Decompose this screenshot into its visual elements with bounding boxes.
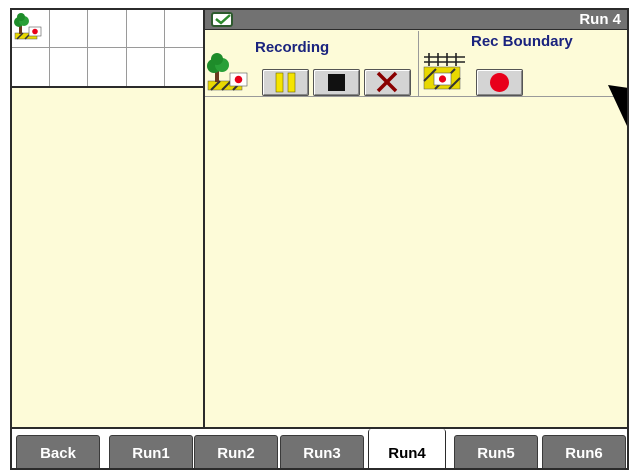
recording-section: Recording <box>205 31 419 97</box>
recording-label: Recording <box>255 39 330 56</box>
shortcut-cell-8[interactable] <box>88 48 127 86</box>
tab-label: Run5 <box>477 445 515 462</box>
page-title: Run 4 <box>579 11 621 28</box>
tab-run1[interactable]: Run1 <box>109 435 193 468</box>
shortcut-grid <box>12 10 203 88</box>
tab-bar: Back Run1 Run2 Run3 Run4 Run5 Run6 <box>12 427 627 468</box>
back-button[interactable]: Back <box>16 435 100 468</box>
stop-icon <box>328 74 345 91</box>
stop-button[interactable] <box>313 69 360 96</box>
close-icon <box>376 71 398 93</box>
cancel-recording-button[interactable] <box>364 69 411 96</box>
shortcut-cell-2[interactable] <box>50 10 89 48</box>
pause-icon <box>275 72 296 93</box>
tab-run2[interactable]: Run2 <box>194 435 278 468</box>
shortcut-cell-6[interactable] <box>12 48 51 86</box>
tab-label: Run6 <box>565 445 603 462</box>
tab-label: Back <box>40 445 76 462</box>
shortcut-cell-field[interactable] <box>12 10 51 48</box>
shortcut-cell-10[interactable] <box>165 48 203 86</box>
tab-label: Run1 <box>132 445 170 462</box>
rec-boundary-label: Rec Boundary <box>471 33 573 50</box>
shortcut-cell-4[interactable] <box>126 10 165 48</box>
tab-label: Run2 <box>217 445 255 462</box>
tab-label: Run3 <box>303 445 341 462</box>
tab-run3[interactable]: Run3 <box>280 435 364 468</box>
run-panel: Run 4 Recording Rec Boundary <box>205 10 627 427</box>
checkbox-icon[interactable] <box>211 12 233 27</box>
title-bar: Run 4 <box>205 10 627 30</box>
record-icon <box>490 73 509 92</box>
left-panel <box>12 10 205 427</box>
boundary-icon <box>423 53 465 90</box>
tab-run4[interactable]: Run4 <box>368 429 446 468</box>
field-icon <box>14 13 42 40</box>
shortcut-cell-5[interactable] <box>164 10 203 48</box>
shortcut-cell-3[interactable] <box>88 10 127 48</box>
tab-run6[interactable]: Run6 <box>542 435 626 468</box>
display-screen: Run 4 Recording Rec Boundary Back Run1 R… <box>10 8 629 470</box>
tab-run5[interactable]: Run5 <box>454 435 538 468</box>
field-icon <box>207 53 248 91</box>
shortcut-cell-7[interactable] <box>50 48 89 86</box>
pause-button[interactable] <box>262 69 309 96</box>
rec-boundary-section: Rec Boundary <box>419 31 627 97</box>
tab-label: Run4 <box>388 445 426 462</box>
record-boundary-button[interactable] <box>476 69 523 96</box>
shortcut-cell-9[interactable] <box>127 48 165 86</box>
pointer-arrow-icon <box>608 85 627 127</box>
